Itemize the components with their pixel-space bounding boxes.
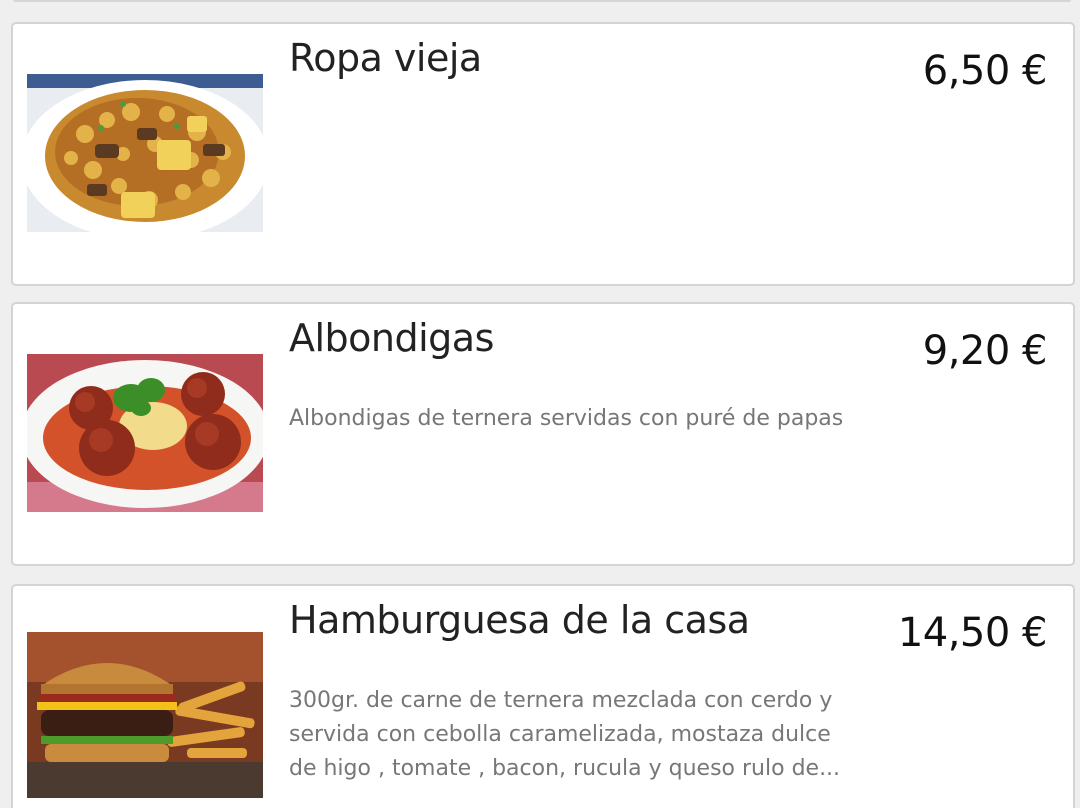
menu-item-card[interactable]: Ropa vieja 6,50 € <box>11 22 1075 286</box>
albondigas-photo <box>27 354 263 512</box>
menu-list: Ropa vieja 6,50 € Albondigas 9,20 € Albo… <box>0 0 1080 808</box>
item-price: 6,50 € <box>922 48 1048 94</box>
item-price: 14,50 € <box>897 610 1048 656</box>
item-description: 300gr. de carne de ternera mezclada con … <box>289 688 841 781</box>
item-description: Albondigas de ternera servidas con puré … <box>289 406 844 431</box>
item-price: 9,20 € <box>922 328 1048 374</box>
item-name: Ropa vieja <box>289 36 482 80</box>
menu-item-card[interactable]: Albondigas 9,20 € Albondigas de ternera … <box>11 302 1075 566</box>
item-name: Hamburguesa de la casa <box>289 598 750 642</box>
menu-item-card[interactable]: Hamburguesa de la casa 14,50 € 300gr. de… <box>11 584 1075 808</box>
previous-card-edge[interactable] <box>12 0 1072 2</box>
ropa-vieja-photo <box>27 74 263 232</box>
burger-photo <box>27 632 263 798</box>
item-name: Albondigas <box>289 316 494 360</box>
